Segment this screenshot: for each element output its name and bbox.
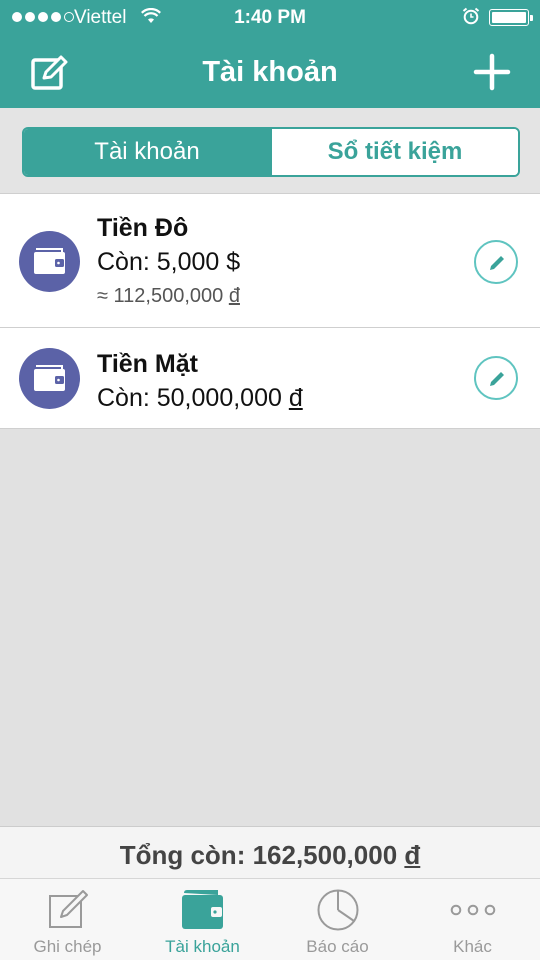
edit-account-button[interactable]: [474, 356, 518, 400]
account-list: Tiền Đô Còn: 5,000 $ ≈ 112,500,000 đ Tiề…: [0, 193, 540, 429]
tab-label: Tài khoản: [165, 937, 240, 956]
list-item[interactable]: Tiền Mặt Còn: 50,000,000 đ: [0, 328, 540, 429]
wallet-icon: [181, 890, 223, 929]
app-header: Viettel 1:40 PM Tài khoản: [0, 0, 540, 108]
pencil-icon: [490, 372, 504, 386]
segmented-control: Tài khoản Sổ tiết kiệm: [22, 127, 520, 177]
tab-label: Báo cáo: [306, 937, 369, 956]
tab-accounts[interactable]: Tài khoản: [135, 879, 270, 960]
tab-reports[interactable]: Báo cáo: [270, 879, 405, 960]
alarm-icon: [462, 7, 480, 31]
segment-savings[interactable]: Sổ tiết kiệm: [270, 129, 518, 175]
pie-chart-icon: [317, 889, 358, 931]
account-balance: Còn: 50,000,000 đ: [97, 384, 303, 413]
status-bar: Viettel 1:40 PM: [0, 0, 540, 36]
total-amount: Tổng còn: 162,500,000: [119, 840, 405, 870]
currency-symbol: đ: [404, 840, 421, 870]
more-dots-icon: [450, 904, 495, 916]
currency-symbol: đ: [228, 285, 240, 307]
total-balance: Tổng còn: 162,500,000 đ: [0, 826, 540, 878]
account-approx-value: ≈ 112,500,000 đ: [97, 285, 240, 308]
wallet-avatar: [19, 231, 80, 292]
add-account-button[interactable]: [472, 52, 512, 92]
tab-more[interactable]: Khác: [405, 879, 540, 960]
note-edit-icon: [48, 890, 88, 928]
plus-icon: [473, 53, 511, 91]
list-item[interactable]: Tiền Đô Còn: 5,000 $ ≈ 112,500,000 đ: [0, 194, 540, 328]
account-name: Tiền Đô: [97, 214, 189, 242]
wallet-icon: [34, 248, 65, 274]
wallet-avatar: [19, 348, 80, 409]
pencil-icon: [490, 256, 504, 270]
account-name: Tiền Mặt: [97, 350, 198, 378]
currency-symbol: đ: [288, 384, 303, 412]
tab-label: Ghi chép: [33, 937, 102, 956]
page-title: Tài khoản: [202, 56, 338, 88]
segment-accounts[interactable]: Tài khoản: [24, 129, 270, 175]
wallet-icon: [34, 365, 65, 391]
status-time: 1:40 PM: [234, 7, 306, 28]
edit-account-button[interactable]: [474, 240, 518, 284]
tab-notes[interactable]: Ghi chép: [0, 879, 135, 960]
segment-container: Tài khoản Sổ tiết kiệm: [0, 108, 540, 194]
tab-label: Khác: [453, 937, 492, 956]
approx-amount: ≈ 112,500,000: [97, 285, 229, 307]
battery-icon: [489, 9, 533, 26]
account-balance: Còn: 5,000 $: [97, 248, 241, 276]
balance-amount: Còn: 50,000,000: [97, 384, 289, 412]
tab-bar: Ghi chép Tài khoản Báo cáo Khác: [0, 878, 540, 960]
